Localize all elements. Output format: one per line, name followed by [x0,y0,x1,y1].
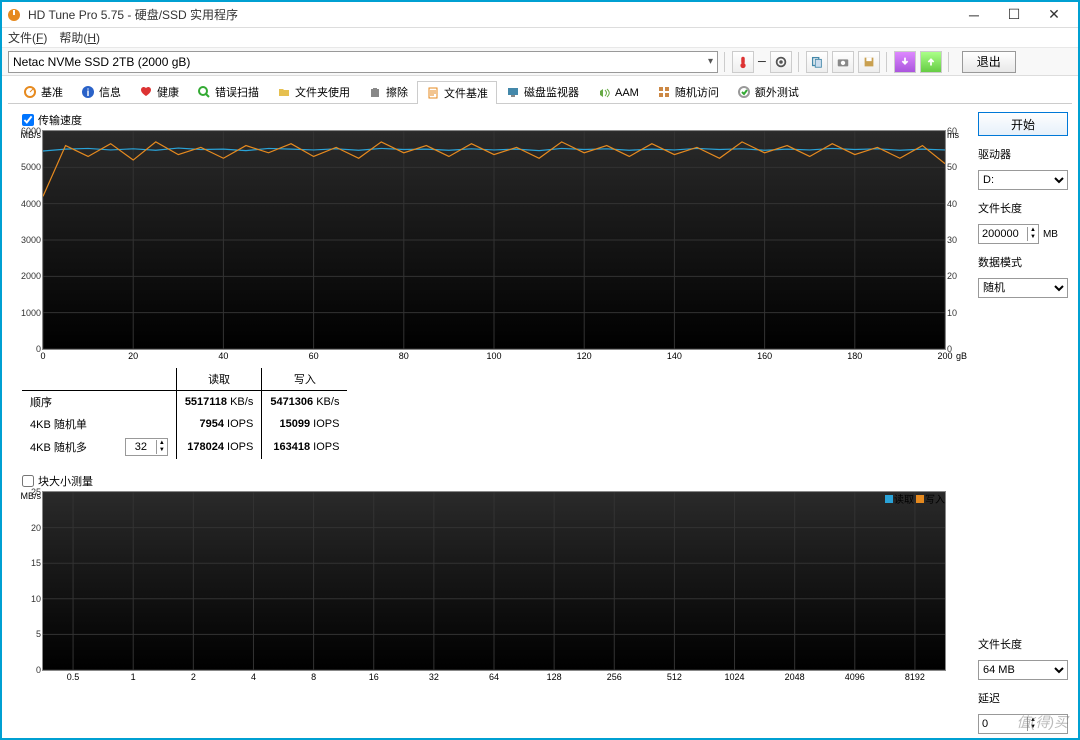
chart2-legend: 读取 写入 [885,491,945,506]
tab-info[interactable]: i信息 [72,80,130,103]
tab-benchmark[interactable]: 基准 [14,80,72,103]
label-data-mode: 数据模式 [978,254,1068,270]
results-table: 读取写入 顺序 5517118 KB/s 5471306 KB/s4KB 随机单… [22,368,968,459]
result-read: 7954 IOPS [176,413,262,435]
title-bar: HD Tune Pro 5.75 - 硬盘/SSD 实用程序 ─ ☐ ✕ [2,2,1078,28]
label-file-length-2: 文件长度 [978,636,1068,652]
tab-random-access[interactable]: 随机访问 [648,80,728,103]
toolbar: Netac NVMe SSD 2TB (2000 gB) ▾ ─ 退出 [2,48,1078,76]
checkbox-transfer-rate[interactable]: 传输速度 [22,112,968,128]
select-file-length-2[interactable]: 64 MB [978,660,1068,680]
drive-select-value: Netac NVMe SSD 2TB (2000 gB) [13,55,190,69]
result-read: 5517118 KB/s [176,391,262,414]
tab-disk-monitor[interactable]: 磁盘监视器 [497,80,588,103]
maximize-button[interactable]: ☐ [994,3,1034,27]
start-button[interactable]: 开始 [978,112,1068,136]
save-button[interactable] [858,51,880,73]
tab-error-scan[interactable]: 错误扫描 [188,80,268,103]
window-title: HD Tune Pro 5.75 - 硬盘/SSD 实用程序 [28,6,954,23]
chart-block-size: MB/s 读取 写入 05101520250.51248163264128256… [42,491,946,671]
svg-text:i: i [87,88,90,99]
result-row-label: 4KB 随机多 [22,435,117,459]
result-read: 178024 IOPS [176,435,262,459]
spin-queue-depth[interactable]: ▲▼ [125,438,168,456]
close-button[interactable]: ✕ [1034,3,1074,27]
label-file-length: 文件长度 [978,200,1068,216]
load-button[interactable] [894,51,916,73]
minimize-button[interactable]: ─ [954,3,994,27]
export-button[interactable] [920,51,942,73]
screenshot-button[interactable] [832,51,854,73]
settings-button[interactable] [770,51,792,73]
tab-erase[interactable]: 擦除 [359,80,417,103]
side-panel: 开始 驱动器 D: 文件长度 ▲▼ MB 数据模式 随机 文件长度 64 MB … [978,110,1068,734]
select-data-mode[interactable]: 随机 [978,278,1068,298]
checkbox-block-size[interactable]: 块大小测量 [22,473,968,489]
menu-file[interactable]: 文件(F) [8,29,47,46]
result-write: 163418 IOPS [262,435,348,459]
tab-bar: 基准 i信息 健康 错误扫描 文件夹使用 擦除 文件基准 磁盘监视器 AAM 随… [8,80,1072,104]
tab-extra-tests[interactable]: 额外测试 [728,80,808,103]
label-drive: 驱动器 [978,146,1068,162]
chart-transfer-rate: MB/s ms gB 01000200030004000500060000102… [42,130,946,350]
select-drive[interactable]: D: [978,170,1068,190]
temperature-button[interactable] [732,51,754,73]
label-delay: 延迟 [978,690,1068,706]
app-icon [6,7,22,23]
tab-health[interactable]: 健康 [130,80,188,103]
menu-bar: 文件(F) 帮助(H) [2,28,1078,48]
copy-button[interactable] [806,51,828,73]
result-row-label: 顺序 [22,391,117,414]
menu-help[interactable]: 帮助(H) [59,29,100,46]
tab-aam[interactable]: AAM [588,82,648,103]
chevron-down-icon: ▾ [708,56,713,67]
tab-file-benchmark[interactable]: 文件基准 [417,81,497,104]
tab-folder-usage[interactable]: 文件夹使用 [268,80,359,103]
result-write: 5471306 KB/s [262,391,348,414]
temp-sep: ─ [758,56,766,68]
drive-select[interactable]: Netac NVMe SSD 2TB (2000 gB) ▾ [8,51,718,73]
exit-button[interactable]: 退出 [962,51,1016,73]
result-write: 15099 IOPS [262,413,348,435]
input-delay[interactable]: ▲▼ [978,714,1068,734]
input-file-length[interactable]: ▲▼ [978,224,1039,244]
result-row-label: 4KB 随机单 [22,413,117,435]
